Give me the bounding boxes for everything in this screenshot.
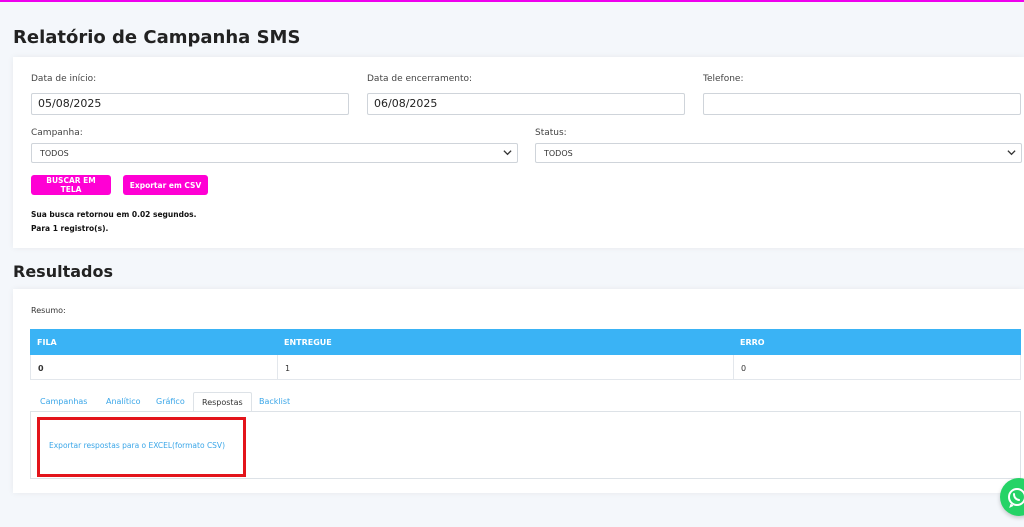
phone-label: Telefone: xyxy=(703,74,744,84)
tab-campanhas[interactable]: Campanhas xyxy=(32,392,95,412)
cell-divider xyxy=(277,355,278,379)
search-time-info: Sua busca retornou em 0.02 segundos. xyxy=(31,210,197,219)
results-title: Resultados xyxy=(13,262,113,281)
end-date-label: Data de encerramento: xyxy=(367,74,473,84)
campaign-label: Campanha: xyxy=(31,128,83,138)
chevron-down-icon xyxy=(503,148,512,159)
tab-grafico[interactable]: Gráfico xyxy=(148,392,193,412)
chevron-down-icon xyxy=(1007,148,1016,159)
tab-analitico[interactable]: Analítico xyxy=(98,392,149,412)
filter-card: Data de início: 05/08/2025 Data de encer… xyxy=(13,57,1024,248)
cell-entregue: 1 xyxy=(285,364,291,373)
cell-fila: 0 xyxy=(38,364,44,373)
start-date-label: Data de início: xyxy=(31,74,97,84)
phone-input[interactable] xyxy=(703,93,1021,115)
page-title: Relatório de Campanha SMS xyxy=(13,27,301,48)
start-date-input[interactable]: 05/08/2025 xyxy=(31,93,349,115)
campaign-selected-value: TODOS xyxy=(40,149,69,158)
summary-label: Resumo: xyxy=(31,306,66,315)
top-accent-bar xyxy=(0,0,1024,2)
campaign-select[interactable]: TODOS xyxy=(31,143,518,163)
whatsapp-icon xyxy=(1000,488,1024,520)
cell-erro: 0 xyxy=(741,364,747,373)
column-header-entregue: ENTREGUE xyxy=(284,338,332,347)
cell-divider xyxy=(733,355,734,379)
whatsapp-chat-button[interactable] xyxy=(1000,478,1024,516)
export-csv-button[interactable]: Exportar em CSV xyxy=(123,175,208,195)
tab-respostas[interactable]: Respostas xyxy=(193,392,252,412)
highlight-box xyxy=(37,417,246,477)
summary-table-header: FILA ENTREGUE ERRO xyxy=(30,329,1021,355)
column-header-erro: ERRO xyxy=(740,338,765,347)
tab-backlist[interactable]: Backlist xyxy=(251,392,298,412)
table-row: 0 1 0 xyxy=(30,355,1021,380)
search-button[interactable]: BUSCAR EM TELA xyxy=(31,175,111,195)
status-select[interactable]: TODOS xyxy=(535,143,1022,163)
end-date-input[interactable]: 06/08/2025 xyxy=(367,93,685,115)
column-header-fila: FILA xyxy=(37,338,57,347)
status-label: Status: xyxy=(535,128,567,138)
record-count-info: Para 1 registro(s). xyxy=(31,224,109,233)
status-selected-value: TODOS xyxy=(544,149,573,158)
